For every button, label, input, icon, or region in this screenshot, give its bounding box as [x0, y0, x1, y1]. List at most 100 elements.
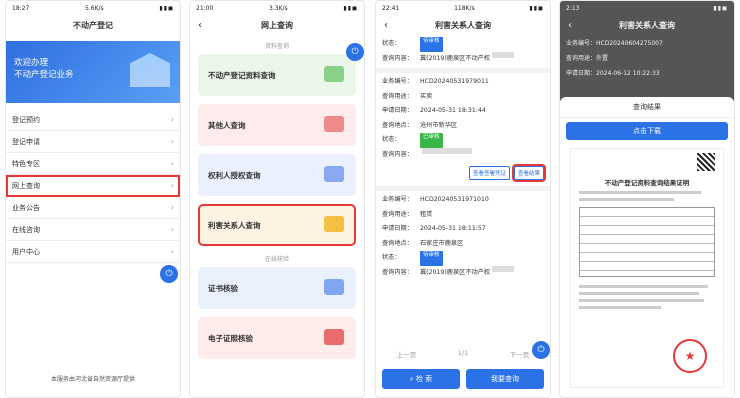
record-2: 业务编号： HCD20240531971010 查询用途： 租赁 申请日期： 2024… — [376, 191, 550, 282]
back-icon[interactable]: ‹ — [198, 20, 202, 31]
bottom-action-bar: ⌕ 检 索 我要查询 — [376, 369, 550, 389]
document-table — [579, 207, 715, 277]
field-business-no: 业务编号：HCD20240604275007 — [566, 40, 663, 47]
card-label: 电子证照核验 — [208, 333, 253, 343]
menu-label: 在线咨询 — [12, 225, 40, 234]
menu-item-notice[interactable]: 业务公告 › — [6, 197, 180, 219]
document-line — [579, 292, 699, 295]
record-partial: 状态： 待审核 查询内容： 冀(2019)鹿泉区不动产权 — [376, 35, 550, 68]
status-speed: 5.6K/s — [85, 4, 104, 12]
field-label: 查询内容： — [382, 268, 413, 276]
phone-1-home: 18:27 5.6K/s ▮▮◼ 不动产登记 欢迎办理 不动产登记业务 登记预约 › … — [5, 0, 181, 398]
view-signature-button[interactable]: 查看签署凭证 — [468, 166, 510, 180]
field-value: 冀(2019)鹿泉区不动产权 — [420, 54, 491, 62]
next-page-button[interactable]: 下一页 — [510, 349, 530, 359]
field-label: 申请日期： — [382, 107, 413, 114]
signal-icon: ▮▮◼ — [529, 4, 544, 12]
status-badge: 已审核 — [420, 133, 443, 148]
page-title: 不动产登记 — [6, 15, 180, 35]
phone-4-query-result: 2:13 ▮▮◼ ‹ 利害关系人查询 业务编号：HCD20240604275007 … — [559, 0, 735, 398]
field-label: 查询内容： — [382, 150, 413, 158]
status-badge: 待审核 — [420, 251, 443, 266]
menu-item-appointment[interactable]: 登记预约 › — [6, 109, 180, 131]
power-icon[interactable]: ⏻ — [532, 341, 550, 359]
chevron-right-icon: › — [170, 137, 174, 146]
section-label: 在线核验 — [264, 256, 289, 263]
welcome-banner: 欢迎办理 不动产登记业务 — [6, 41, 180, 103]
field-value: 2024-05-31 18:11:57 — [420, 225, 486, 232]
card-other-query[interactable]: 其他人查询 — [198, 104, 356, 146]
field-label: 业务编号： — [382, 196, 413, 203]
main-menu: 登记预约 › 登记申请 › 特色专区 › 网上查询 › 业务公告 › 在线咨询 › 用户中心… — [6, 109, 180, 263]
signal-icon: ▮▮◼ — [343, 4, 358, 12]
page-title: ‹ 利害关系人查询 — [376, 15, 550, 35]
field-value: 2024-05-31 18:31:44 — [420, 107, 486, 114]
status-speed: 3.3K/s — [269, 4, 288, 12]
record-1-actions: 查看签署凭证 查看结果 — [376, 164, 550, 191]
status-time: 18:27 — [12, 4, 30, 12]
view-result-button[interactable]: 查看结果 — [511, 164, 547, 182]
menu-item-consult[interactable]: 在线咨询 › — [6, 219, 180, 241]
record-1: 业务编号： HCD20240531979011 查询用途： 买卖 申请日期： 2024… — [376, 73, 550, 164]
status-speed: 118K/s — [454, 4, 475, 12]
field-label: 查询用途： — [382, 92, 413, 100]
chevron-right-icon: › — [170, 181, 174, 190]
chevron-right-icon: › — [170, 247, 174, 256]
card-label: 权利人授权查询 — [208, 170, 261, 180]
my-query-label: 我要查询 — [491, 375, 519, 383]
card-registry-query[interactable]: 不动产登记资料查询 — [198, 54, 356, 96]
my-query-button[interactable]: 我要查询 — [466, 369, 544, 389]
official-seal-icon: ★ — [673, 339, 707, 373]
document-line — [579, 299, 705, 302]
field-label: 查询内容： — [382, 54, 413, 62]
document-icon — [324, 216, 344, 232]
menu-item-online-query[interactable]: 网上查询 › — [6, 175, 180, 197]
license-icon — [324, 329, 344, 345]
field-value: HCD20240531979011 — [420, 78, 489, 85]
result-sheet: 查询结果 点击下载 不动产登记资料查询结果证明 ★ — [560, 97, 734, 397]
field-label: 状态： — [382, 254, 401, 261]
download-button[interactable]: 点击下载 — [566, 122, 728, 140]
chart-icon — [324, 116, 344, 132]
certificate-document: 不动产登记资料查询结果证明 ★ — [570, 148, 724, 388]
status-bar: 2:13 ▮▮◼ — [560, 1, 734, 15]
phone-2-online-query: 21:00 3.3K/s ▮▮◼ ‹ 网上查询 资料查询 不动产登记资料查询 其他人查… — [189, 0, 365, 398]
field-date: 申请日期：2024-06-12 10:22:33 — [566, 70, 660, 77]
prev-page-button[interactable]: 上一页 — [397, 349, 417, 359]
menu-item-special[interactable]: 特色专区 › — [6, 153, 180, 175]
field-label: 状态： — [382, 136, 401, 143]
power-icon[interactable]: ⏻ — [346, 43, 364, 61]
field-label: 查询地点： — [382, 121, 413, 129]
menu-item-apply[interactable]: 登记申请 › — [6, 131, 180, 153]
menu-item-user-center[interactable]: 用户中心 › — [6, 241, 180, 263]
signal-icon: ▮▮◼ — [713, 4, 728, 12]
qr-code-icon — [697, 153, 715, 171]
back-icon[interactable]: ‹ — [568, 20, 572, 31]
chevron-right-icon: › — [170, 225, 174, 234]
document-line — [579, 198, 675, 201]
card-authorized-query[interactable]: 权利人授权查询 — [198, 154, 356, 196]
search-button[interactable]: ⌕ 检 索 — [382, 369, 460, 389]
phone-3-interested-party-list: 22:41 118K/s ▮▮◼ ‹ 利害关系人查询 状态： 待审核 查询内容： 冀(20… — [375, 0, 551, 398]
certificate-icon — [324, 279, 344, 295]
field-label: 查询用途： — [382, 210, 413, 218]
page-title-text: 利害关系人查询 — [619, 20, 675, 30]
status-time: 21:00 — [196, 4, 214, 12]
redacted-block — [492, 265, 515, 272]
footer-text: 本服务由河北省自然资源厅提供 — [50, 376, 135, 383]
status-bar: 22:41 118K/s ▮▮◼ — [376, 1, 550, 15]
card-certificate-verify[interactable]: 证书核验 — [198, 267, 356, 309]
field-value: 买卖 — [420, 92, 433, 100]
field-label: 查询地点： — [382, 239, 413, 247]
field-purpose: 查询用途：外置 — [566, 55, 609, 62]
document-line — [579, 306, 661, 309]
back-icon[interactable]: ‹ — [384, 20, 388, 31]
chevron-right-icon: › — [170, 203, 174, 212]
power-icon[interactable]: ⏻ — [160, 265, 178, 283]
card-label: 利害关系人查询 — [208, 220, 261, 230]
card-interested-party-query[interactable]: 利害关系人查询 — [198, 204, 356, 246]
menu-label: 网上查询 — [12, 181, 40, 190]
page-title: ‹ 利害关系人查询 — [560, 15, 734, 35]
document-line — [579, 285, 709, 288]
card-e-license-verify[interactable]: 电子证照核验 — [198, 317, 356, 359]
